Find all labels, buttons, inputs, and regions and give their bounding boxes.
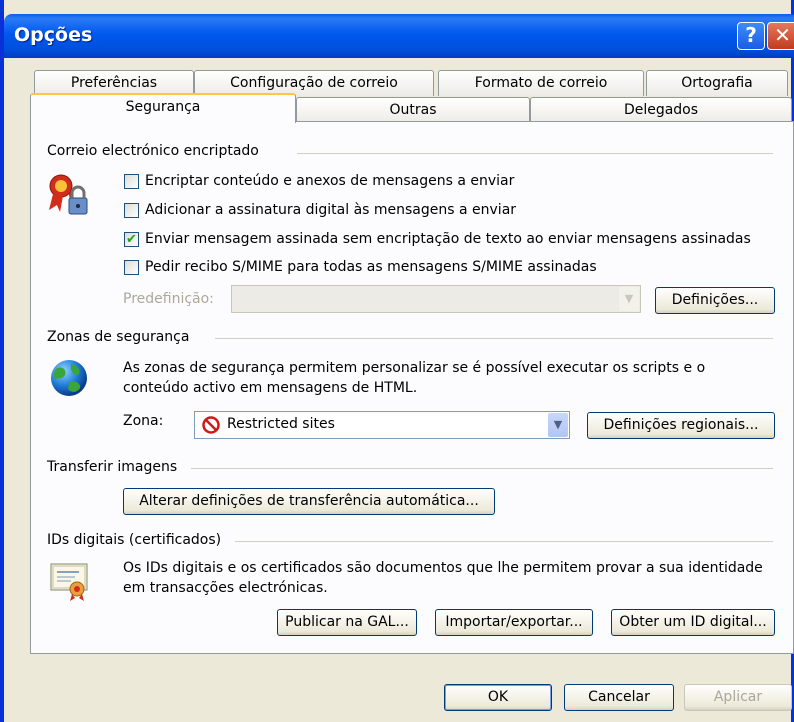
tab-label: Delegados: [623, 102, 699, 118]
separator: [191, 468, 773, 469]
default-setting-label: Predefinição:: [123, 291, 214, 307]
chevron-down-icon: ▼: [548, 413, 568, 437]
chevron-down-icon: ▼: [619, 287, 639, 311]
zone-select[interactable]: Restricted sites ▼: [194, 411, 570, 439]
tab-other[interactable]: Outras: [296, 97, 530, 123]
tab-mail-format[interactable]: Formato de correio: [438, 70, 644, 96]
request-smime-receipt-checkbox[interactable]: ✔: [124, 260, 139, 275]
apply-button[interactable]: Aplicar: [684, 684, 792, 711]
tab-label: Outras: [389, 102, 437, 118]
publish-to-gal-button[interactable]: Publicar na GAL...: [277, 609, 417, 636]
encrypted-mail-title: Correio electrónico encriptado: [47, 143, 259, 159]
download-pictures-title: Transferir imagens: [47, 459, 178, 475]
cancel-button[interactable]: Cancelar: [564, 684, 674, 711]
help-icon: ?: [745, 23, 757, 47]
import-export-button[interactable]: Importar/exportar...: [435, 609, 593, 636]
zone-label: Zona:: [123, 413, 164, 429]
security-tab-panel: Correio electrónico encriptado ✔ Encript…: [30, 121, 794, 654]
digital-ids-title: IDs digitais (certificados): [47, 532, 222, 548]
globe-icon: [51, 360, 87, 396]
tab-label: Preferências: [70, 75, 158, 91]
send-clear-text-signed-label: Enviar mensagem assinada sem encriptação…: [145, 231, 751, 247]
encrypt-contents-checkbox[interactable]: ✔: [124, 174, 139, 189]
zone-value: Restricted sites: [227, 416, 335, 432]
tab-security[interactable]: Segurança: [30, 93, 296, 123]
options-dialog: Opções ? ✕ Preferências Configuração de …: [0, 0, 794, 722]
digital-ids-description: Os IDs digitais e os certificados são do…: [123, 560, 763, 596]
default-setting-select[interactable]: ▼: [231, 285, 641, 313]
close-button[interactable]: ✕: [767, 22, 794, 50]
separator: [297, 153, 773, 154]
security-zones-description: As zonas de segurança permitem personali…: [123, 360, 706, 396]
certificate-lock-icon: [49, 174, 88, 215]
ok-button[interactable]: OK: [444, 684, 552, 711]
security-zones-title: Zonas de segurança: [47, 329, 190, 345]
separator: [215, 338, 773, 339]
tab-spelling[interactable]: Ortografia: [646, 70, 788, 96]
get-digital-id-button[interactable]: Obter um ID digital...: [611, 609, 775, 636]
title-bar[interactable]: Opções ? ✕: [4, 14, 794, 58]
send-clear-text-signed-checkbox[interactable]: ✔: [124, 232, 139, 247]
certificate-icon: [50, 563, 88, 601]
restricted-icon: [202, 416, 220, 434]
close-icon: ✕: [774, 23, 791, 47]
tab-label: Ortografia: [681, 75, 753, 91]
change-download-settings-button[interactable]: Alterar definições de transferência auto…: [123, 488, 495, 515]
add-digital-signature-label: Adicionar a assinatura digital às mensag…: [145, 202, 517, 218]
separator: [235, 541, 773, 542]
encrypt-contents-label: Encriptar conteúdo e anexos de mensagens…: [145, 173, 515, 189]
help-button[interactable]: ?: [737, 22, 765, 50]
tab-label: Segurança: [125, 99, 201, 115]
window-title: Opções: [14, 24, 93, 46]
tab-delegates[interactable]: Delegados: [530, 97, 792, 123]
tab-label: Formato de correio: [474, 75, 608, 91]
zone-settings-button[interactable]: Definições regionais...: [587, 412, 775, 439]
request-smime-receipt-label: Pedir recibo S/MIME para todas as mensag…: [145, 259, 597, 275]
tab-label: Configuração de correio: [230, 75, 398, 91]
settings-button[interactable]: Definições...: [655, 287, 775, 314]
add-digital-signature-checkbox[interactable]: ✔: [124, 203, 139, 218]
